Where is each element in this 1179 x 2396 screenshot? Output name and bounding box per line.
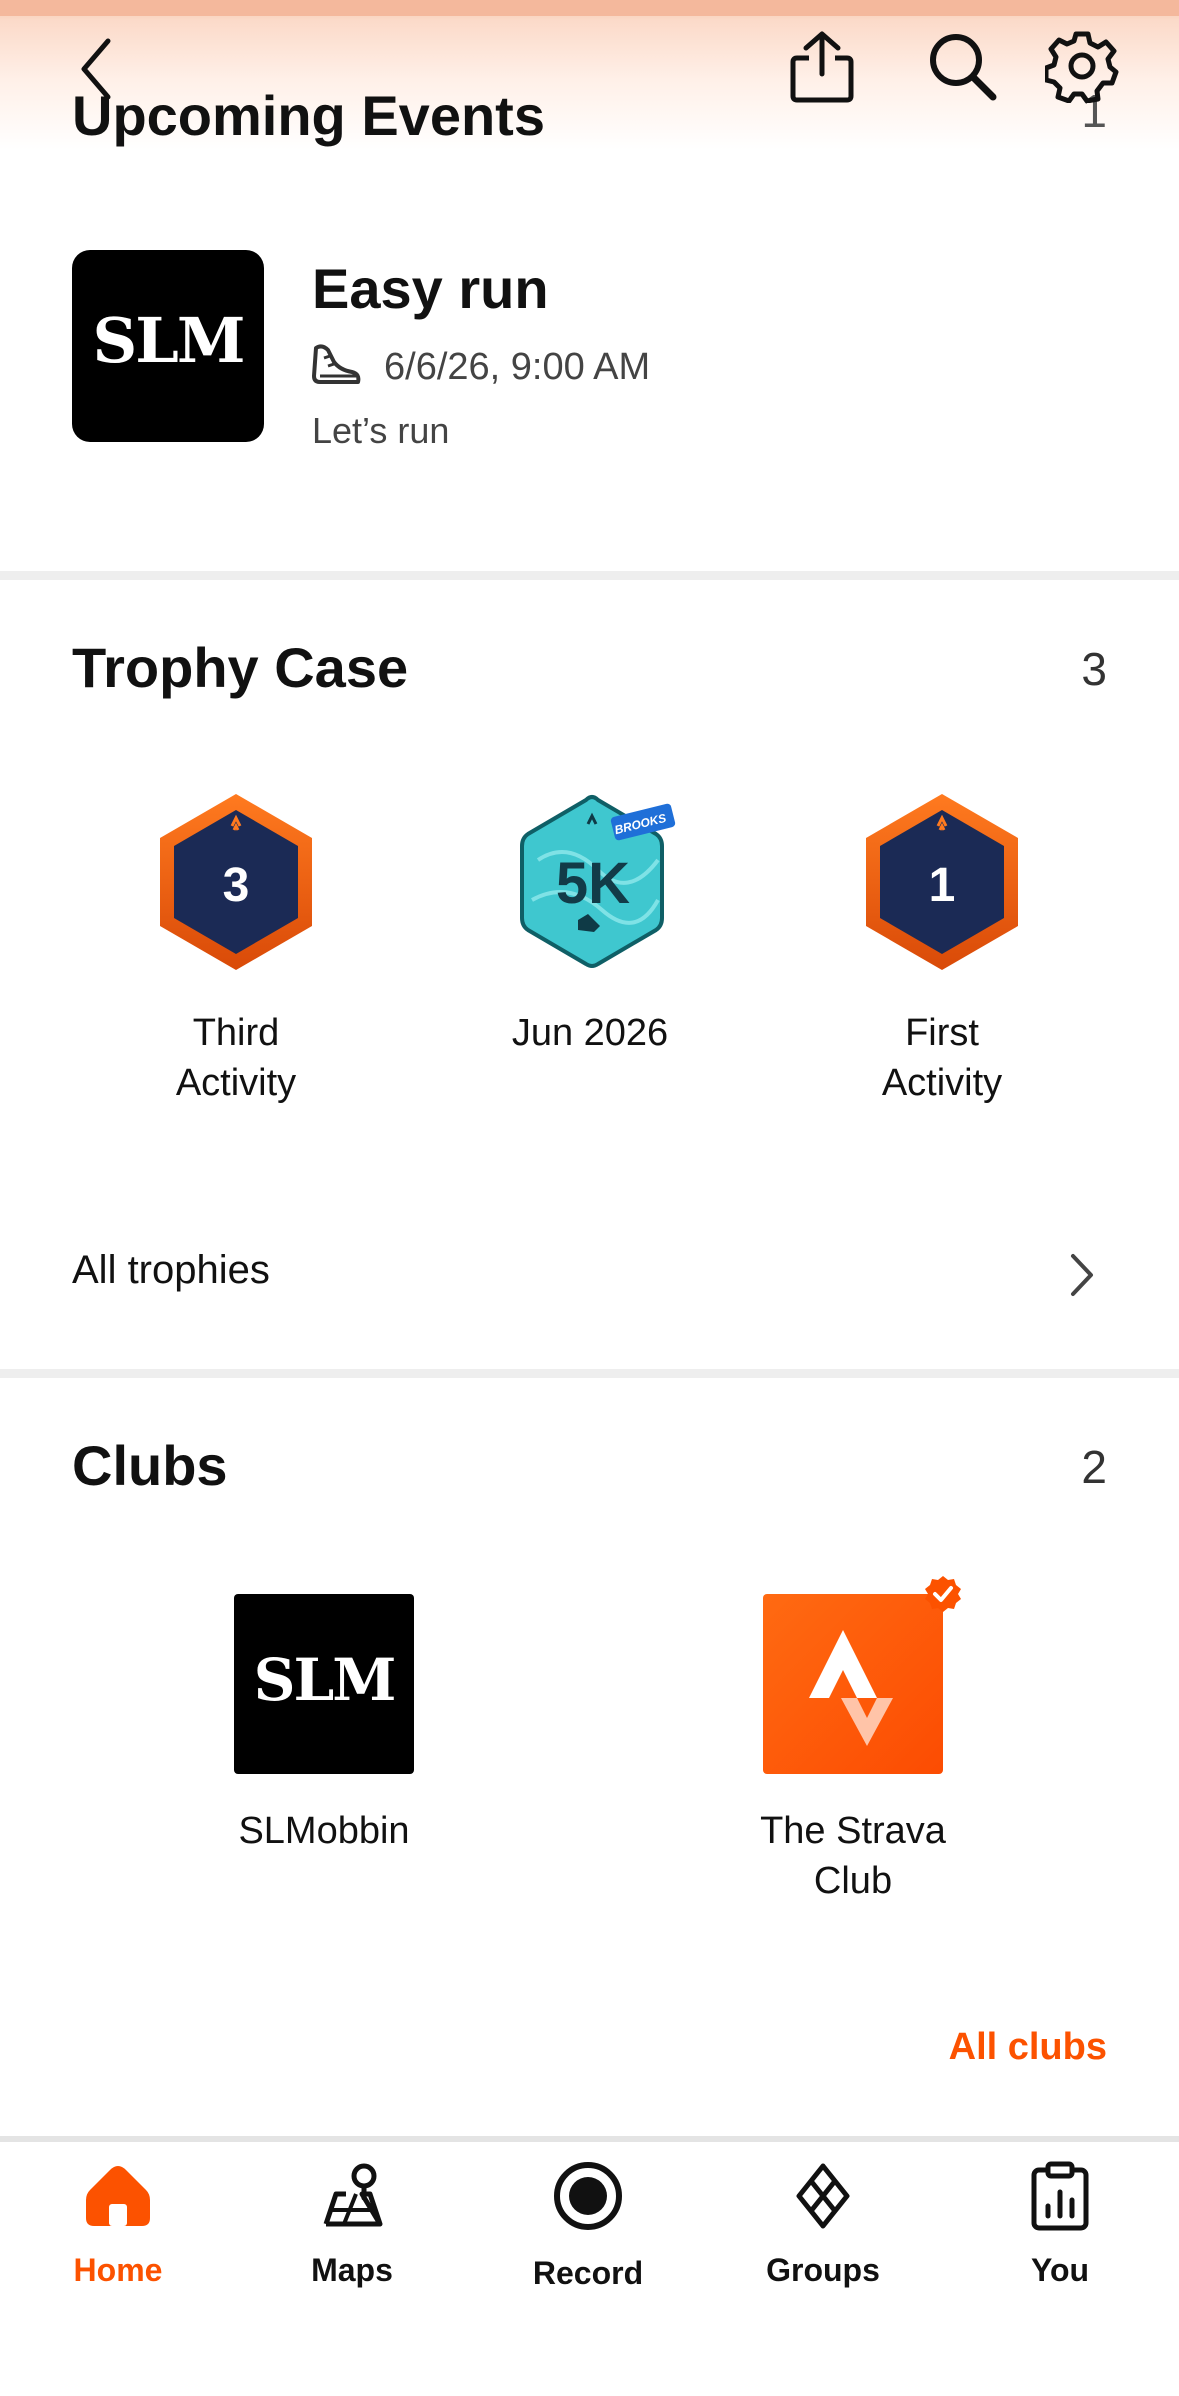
home-icon [86, 2166, 150, 2226]
nav-label-groups: Groups [766, 2252, 880, 2288]
all-clubs-link[interactable]: All clubs [949, 2026, 1107, 2069]
verified-badge-icon [925, 1576, 961, 1612]
share-button[interactable] [780, 24, 864, 108]
trophy-first-activity[interactable]: 1 First Activity [836, 790, 1048, 1120]
chevron-right-icon [1071, 1254, 1093, 1296]
club-logo-text: SLM [253, 1646, 397, 1714]
club-label-line1: SLMobbin [238, 1810, 410, 1852]
nav-label-record: Record [532, 2255, 644, 2291]
trophy-label: Jun 2026 [484, 1008, 696, 1058]
trophy-label-line1: First [905, 1012, 979, 1054]
back-button[interactable] [66, 34, 126, 104]
trophy-label: Third Activity [130, 1008, 342, 1108]
trophy-label-line2: Activity [881, 1062, 1003, 1104]
trophy-label-line1: Jun 2026 [511, 1012, 669, 1054]
nav-groups[interactable]: Groups [723, 2155, 923, 2295]
gear-icon [1045, 31, 1119, 103]
trophy-case-title: Trophy Case [72, 636, 409, 699]
event-description: Let’s run [312, 410, 450, 451]
nav-record[interactable]: Record [488, 2155, 688, 2295]
club-logo: SLM [234, 1594, 414, 1774]
trophy-5k-challenge[interactable]: 5K BROOKS Jun 2026 [484, 790, 696, 1120]
club-label-line1: The Strava [760, 1810, 946, 1852]
section-divider [0, 571, 1179, 580]
groups-icon [796, 2163, 850, 2229]
chevron-left-icon [81, 38, 111, 100]
trophy-badge-number: 1 [928, 859, 956, 912]
nav-label-home: Home [73, 2252, 163, 2288]
nav-maps[interactable]: Maps [252, 2155, 452, 2295]
strava-club-logo [763, 1594, 943, 1774]
trophy-label: First Activity [836, 1008, 1048, 1108]
upcoming-events-title: Upcoming Events [72, 84, 545, 147]
club-strava[interactable]: The Strava Club [733, 1574, 973, 1914]
strava-logo-icon [809, 1630, 893, 1746]
clubs-count: 2 [1081, 1441, 1107, 1493]
trophy-label-line2: Activity [175, 1062, 297, 1104]
all-trophies-row[interactable]: All trophies [0, 1230, 1179, 1320]
nav-home[interactable]: Home [18, 2155, 218, 2295]
club-slmobbin[interactable]: SLM SLMobbin [204, 1594, 444, 1884]
club-label: SLMobbin [204, 1806, 444, 1856]
club-label: The Strava Club [733, 1806, 973, 1906]
5k-badge-text: 5K [555, 851, 631, 916]
status-strip [0, 0, 1179, 16]
all-trophies-label: All trophies [72, 1248, 270, 1292]
record-icon [554, 2162, 622, 2230]
event-datetime: 6/6/26, 9:00 AM [384, 346, 651, 388]
search-button[interactable] [920, 24, 1004, 108]
trophy-case-count: 3 [1081, 643, 1107, 695]
clubs-title: Clubs [72, 1434, 228, 1497]
shoe-icon [312, 344, 361, 384]
settings-button[interactable] [1040, 24, 1124, 108]
nav-you[interactable]: You [960, 2155, 1160, 2295]
event-club-logo: SLM [72, 250, 264, 442]
trophy-third-activity[interactable]: 3 Third Activity [130, 790, 342, 1120]
search-icon [930, 34, 997, 101]
trophy-badge-number: 3 [222, 859, 250, 912]
nav-label-maps: Maps [311, 2252, 393, 2288]
you-icon [1031, 2161, 1089, 2231]
maps-icon [323, 2163, 383, 2227]
event-logo-text: SLM [92, 304, 246, 377]
trophy-label-line1: Third [192, 1012, 280, 1054]
event-title: Easy run [312, 257, 549, 320]
club-label-line2: Club [813, 1860, 893, 1902]
section-divider [0, 1369, 1179, 1378]
nav-label-you: You [1030, 2252, 1090, 2288]
share-icon [790, 31, 854, 103]
